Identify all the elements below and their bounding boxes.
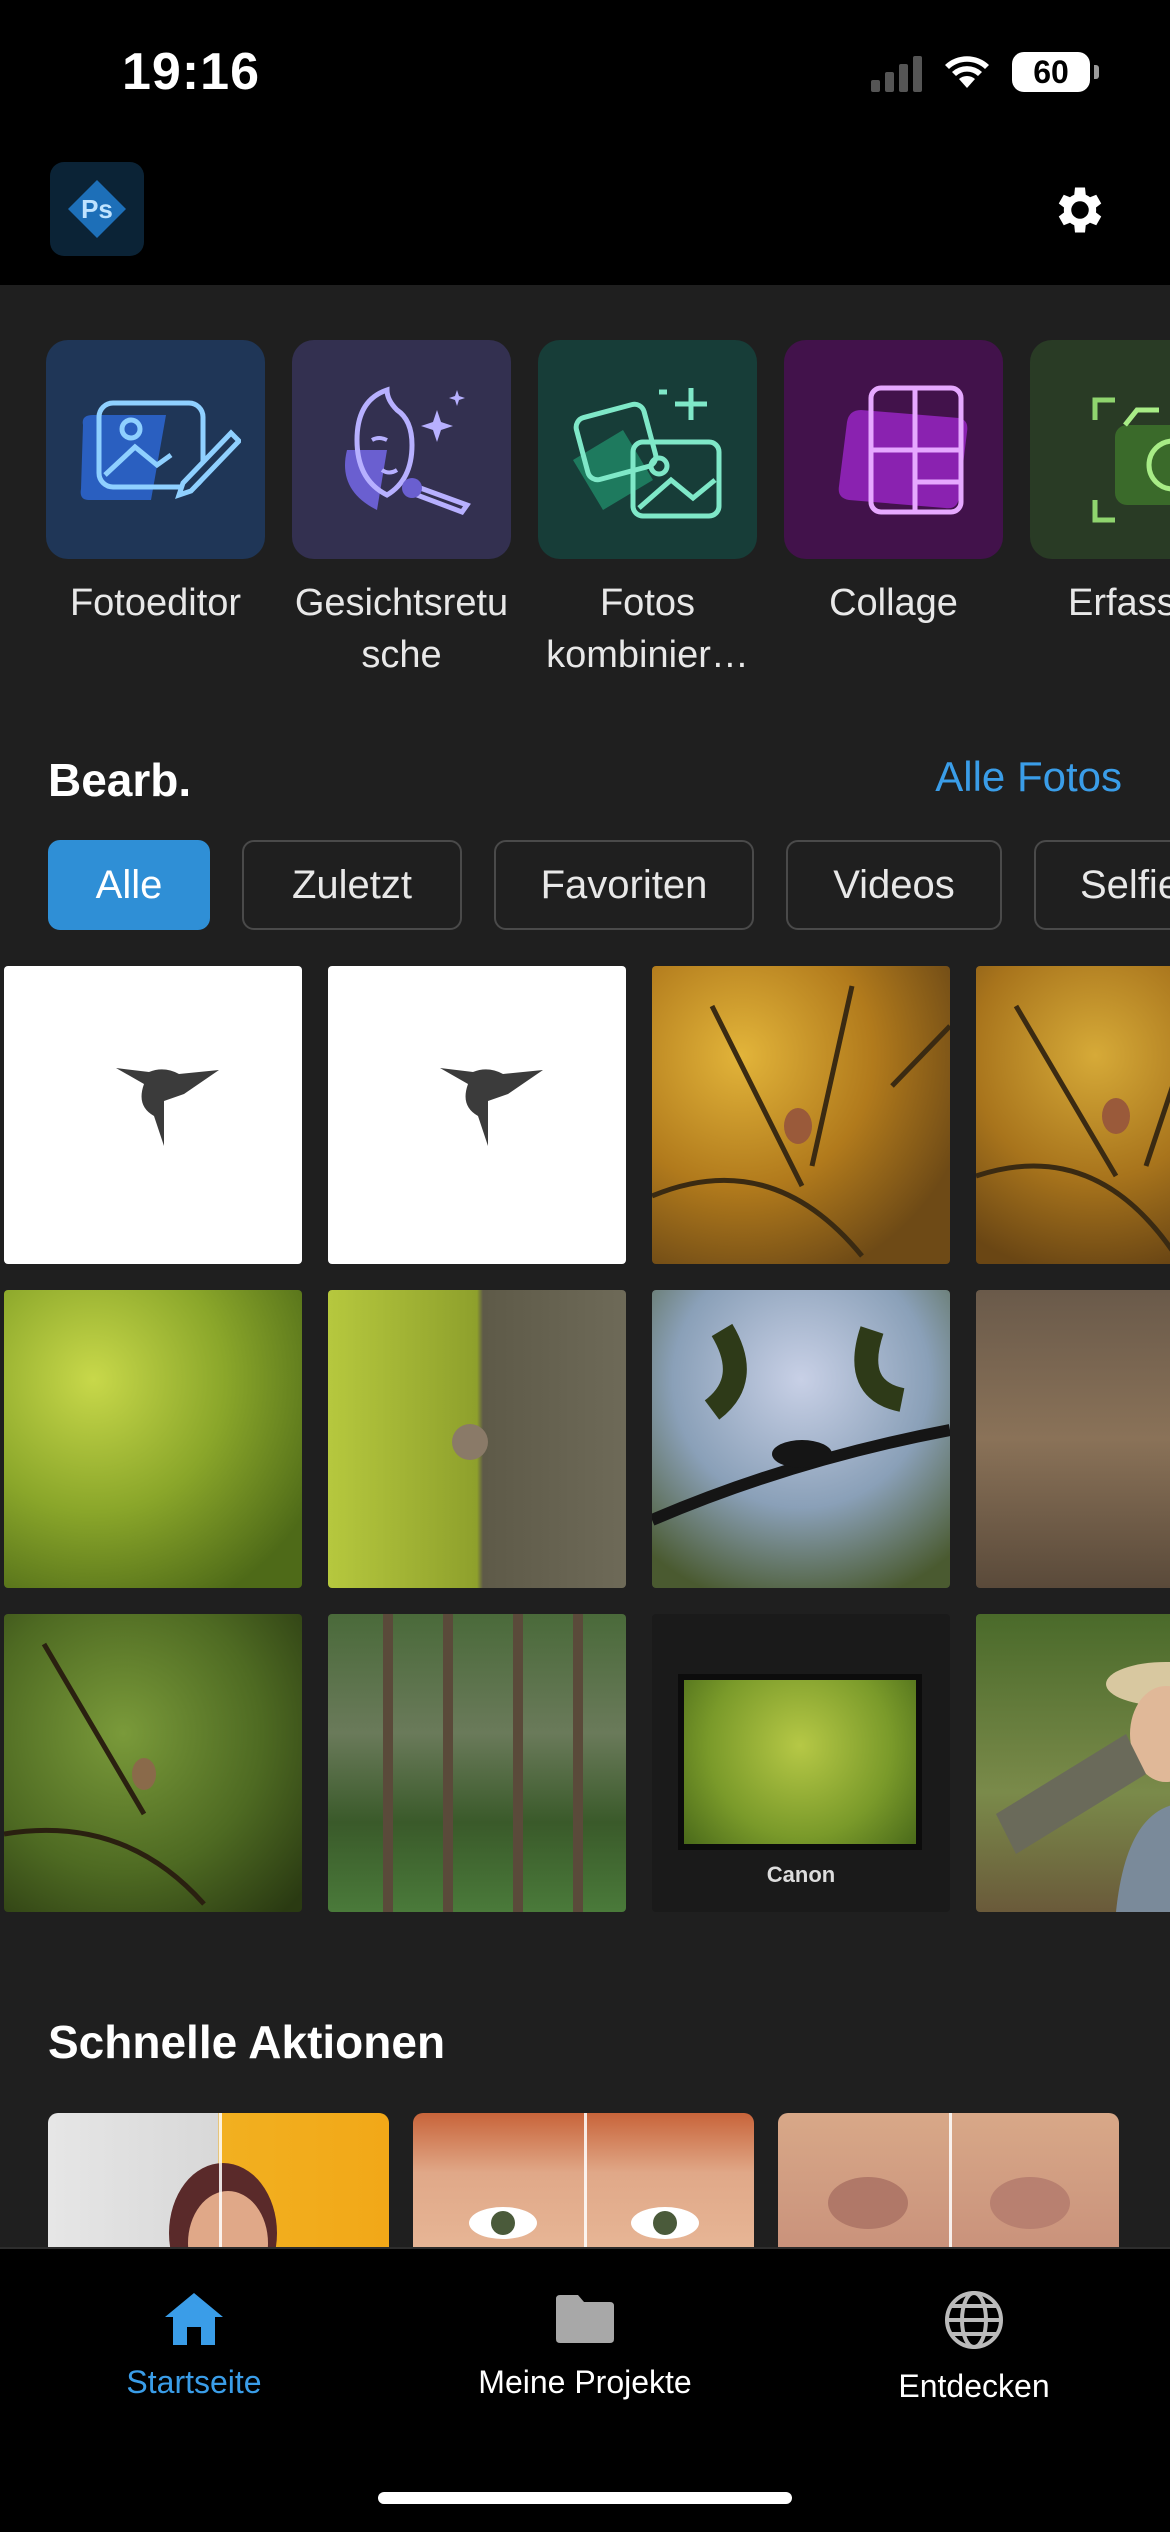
combine-photos-icon <box>572 387 721 518</box>
filter-chip-selfie[interactable]: Selfie <box>1034 840 1170 930</box>
filter-chip-zuletzt[interactable]: Zuletzt <box>242 840 462 930</box>
nav-label: Startseite <box>126 2364 262 2400</box>
capture-camera-icon <box>1092 397 1170 522</box>
tool-tile <box>292 340 511 559</box>
photo-thumbnail[interactable] <box>652 1290 950 1588</box>
nav-item-startseite[interactable]: Startseite <box>44 2289 344 2401</box>
tool-label: Collage <box>829 582 958 624</box>
collage-icon <box>838 385 967 514</box>
camera-brand: Canon <box>766 1862 836 1887</box>
branches-image <box>976 1004 1170 1252</box>
ps-logo-icon: Ps <box>68 180 126 238</box>
photo-thumbnail[interactable] <box>652 966 950 1264</box>
hummingbird-icon <box>440 1068 543 1146</box>
forest-image <box>383 1614 583 1912</box>
filter-chip-favoriten[interactable]: Favoriten <box>494 840 754 930</box>
wifi-icon <box>945 56 989 88</box>
photographer-image <box>996 1662 1170 1912</box>
tool-tile <box>538 340 757 559</box>
photo-thumbnail[interactable] <box>976 1290 1170 1588</box>
nav-label: Meine Projekte <box>478 2364 692 2400</box>
nav-label: Entdecken <box>898 2368 1050 2404</box>
photo-edit-icon <box>80 400 241 500</box>
before-after-divider <box>218 2113 222 2247</box>
quick-action-card[interactable] <box>778 2113 1119 2247</box>
app-header: Ps <box>0 150 1170 285</box>
quick-actions-row <box>48 2113 1119 2247</box>
edit-section-title: Bearb. <box>48 754 192 806</box>
svg-text:Ps: Ps <box>81 194 113 224</box>
cellular-signal-icon <box>871 52 922 92</box>
tool-label: Fotos kombinier… <box>546 582 749 676</box>
photoshop-logo[interactable]: Ps <box>50 162 144 256</box>
branches-image <box>4 1642 206 1906</box>
before-after-divider <box>583 2113 587 2247</box>
photo-thumbnail[interactable] <box>328 1614 626 1912</box>
settings-button[interactable] <box>1042 172 1118 248</box>
hummingbird-icon <box>116 1068 219 1146</box>
photo-thumbnail[interactable] <box>976 1614 1170 1912</box>
home-indicator[interactable] <box>378 2492 792 2504</box>
tool-tile <box>784 340 1003 559</box>
filter-chip-alle[interactable]: Alle <box>48 840 210 930</box>
quick-action-card[interactable] <box>48 2113 389 2247</box>
photo-thumbnail[interactable] <box>976 966 1170 1264</box>
photo-thumbnail[interactable]: Canon <box>652 1614 950 1912</box>
photo-thumbnail[interactable] <box>328 1290 626 1588</box>
folder-icon <box>556 2295 614 2343</box>
status-bar: 19:16 60 <box>0 0 1170 150</box>
status-time: 19:16 <box>122 43 260 101</box>
filter-chip-videos[interactable]: Videos <box>786 840 1002 930</box>
face-retouch-icon <box>344 386 471 515</box>
tool-tile <box>46 340 265 559</box>
gear-icon <box>1058 187 1102 233</box>
all-photos-link[interactable]: Alle Fotos <box>935 753 1122 801</box>
tool-erfassen[interactable]: Erfass <box>1030 340 1170 681</box>
branches-image <box>652 985 950 1258</box>
bottom-navigation: Startseite Meine Projekte Entdecken <box>0 2247 1170 2532</box>
photo-thumbnail[interactable] <box>4 1614 302 1912</box>
tools-row: Fotoeditor Gesichtsretu sche Fotos kombi… <box>46 340 1170 681</box>
quick-actions-title: Schnelle Aktionen <box>48 2016 446 2068</box>
home-icon <box>165 2293 223 2345</box>
main-content: Fotoeditor Gesichtsretu sche Fotos kombi… <box>0 285 1170 2247</box>
quick-action-card[interactable] <box>413 2113 754 2247</box>
battery-icon: 60 <box>1012 52 1099 92</box>
photo-thumbnail[interactable] <box>4 966 302 1264</box>
battery-level: 60 <box>1033 53 1069 90</box>
nav-item-entdecken[interactable]: Entdecken <box>824 2289 1124 2405</box>
tool-gesichtsretusche[interactable]: Gesichtsretu sche <box>292 340 511 681</box>
globe-icon <box>945 2291 1003 2349</box>
tool-label: Erfass <box>1068 582 1170 624</box>
photo-thumbnail[interactable] <box>4 1290 302 1588</box>
tool-fotos-kombinieren[interactable]: Fotos kombinier… <box>538 340 757 681</box>
bird-silhouette-image <box>652 1323 950 1526</box>
status-icons: 60 <box>871 52 1099 92</box>
tool-label: Fotoeditor <box>69 582 242 624</box>
tool-fotoeditor[interactable]: Fotoeditor <box>46 340 265 681</box>
nav-item-meine-projekte[interactable]: Meine Projekte <box>435 2289 735 2401</box>
snail-image <box>452 1424 488 1460</box>
tool-label: Gesichtsretu sche <box>294 582 509 676</box>
photo-grid: Canon <box>4 966 1170 1912</box>
photo-thumbnail[interactable] <box>328 966 626 1264</box>
filter-chips: Alle Zuletzt Favoriten Videos Selfie <box>48 840 1170 930</box>
tool-collage[interactable]: Collage <box>784 340 1003 681</box>
tool-tile <box>1030 340 1170 559</box>
camera-screen <box>678 1674 922 1850</box>
before-after-divider <box>948 2113 952 2247</box>
